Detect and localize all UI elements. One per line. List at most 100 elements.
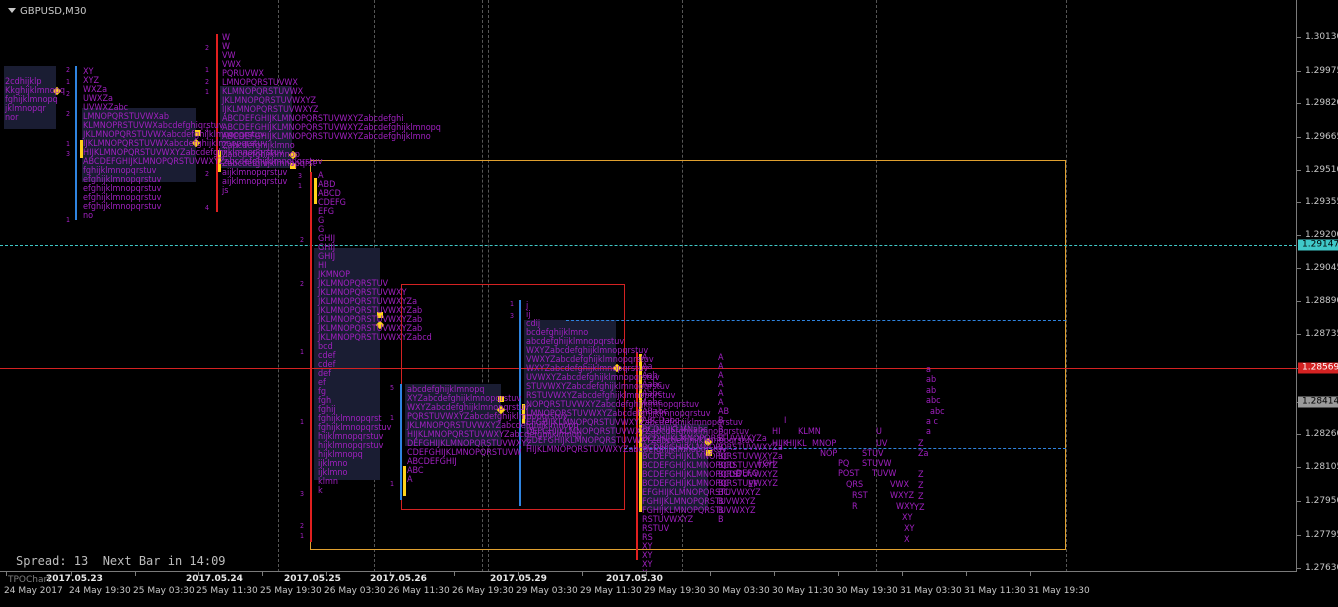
- symbol-label: GBPUSD,M30: [8, 6, 87, 17]
- grid-line: [1066, 0, 1067, 571]
- price-tick-label: 1.29665: [1305, 132, 1338, 142]
- tpo-count: 4: [205, 204, 210, 212]
- indicator-label: TPOChart: [8, 575, 51, 585]
- time-axis[interactable]: 24 May 2017 24 May 19:30 25 May 03:30 25 Ma…: [0, 572, 1338, 607]
- developing-tpo-letters: RST: [852, 491, 868, 501]
- time-tick-label: 30 May 03:30: [708, 586, 770, 596]
- session-date-label: 2017.05.26: [370, 574, 427, 584]
- tpo-profile: 2cdhijklp Kkghijklmnopq fghijklmnopq jkl…: [5, 77, 65, 123]
- tpo-count: 3: [66, 150, 71, 158]
- developing-tpo-letters: a: [926, 365, 931, 375]
- session-date-label: 2017.05.30: [606, 574, 663, 584]
- time-tick-label: 26 May 03:30: [324, 586, 386, 596]
- time-tick: [6, 572, 7, 576]
- price-badge: 1.28414: [1298, 396, 1338, 408]
- price-tick: [1297, 434, 1301, 435]
- developing-tpo-letters: ab: [926, 375, 937, 385]
- price-tick-label: 1.27795: [1305, 530, 1338, 540]
- tpo-count: 2: [205, 170, 210, 178]
- developing-tpo-letters: PQ: [838, 459, 850, 469]
- tpo-count: 1: [300, 418, 305, 426]
- price-tick-label: 1.28260: [1305, 429, 1338, 439]
- developing-tpo-letters: DEFG: [736, 469, 759, 479]
- time-tick: [262, 572, 263, 576]
- chart-area[interactable]: GBPUSD,M30 2cdhijklp Kkghijklmnopq fghij…: [0, 0, 1297, 572]
- tpo-count: 1: [66, 140, 71, 148]
- price-tick: [1297, 501, 1301, 502]
- price-tick: [1297, 170, 1301, 171]
- time-tick-label: 29 May 03:30: [516, 586, 578, 596]
- price-badge: 1.28569: [1298, 362, 1338, 374]
- price-tick: [1297, 71, 1301, 72]
- time-tick: [902, 572, 903, 576]
- developing-tpo-letters: UV: [876, 439, 888, 449]
- time-tick: [135, 572, 136, 576]
- developing-tpo-letters: HIJKL: [786, 439, 807, 449]
- time-tick-label: 25 May 03:30: [133, 586, 195, 596]
- developing-tpo-letters: XY: [904, 524, 915, 534]
- developing-tpo-letters: MNOP: [812, 439, 837, 449]
- session-date-label: 2017.05.24: [186, 574, 243, 584]
- spread-timer: Spread: 13 Next Bar in 14:09: [16, 554, 226, 568]
- developing-tpo-letters: abc: [930, 407, 945, 417]
- tpo-count: 2: [300, 280, 305, 288]
- tpo-count: 2: [300, 236, 305, 244]
- developing-tpo-letters: NOP: [820, 449, 838, 459]
- developing-tpo-letters: XY: [902, 513, 913, 523]
- developing-tpo-letters: Z: [918, 492, 924, 502]
- developing-tpo-letters: WXYZ: [890, 491, 915, 501]
- price-tick: [1297, 103, 1301, 104]
- tpo-count: 3: [300, 490, 305, 498]
- time-tick-label: 26 May 19:30: [452, 586, 514, 596]
- price-tick-label: 1.27950: [1305, 496, 1338, 506]
- tpo-count: 2: [66, 66, 71, 74]
- tpo-count: 5: [390, 384, 395, 392]
- time-tick-label: 25 May 19:30: [260, 586, 322, 596]
- tpo-count: 1: [390, 414, 395, 422]
- range-bar-p2: [75, 66, 77, 220]
- developing-tpo-letters: QRS: [846, 480, 864, 490]
- price-tick: [1297, 137, 1301, 138]
- tpo-count: 1: [300, 348, 305, 356]
- developing-tpo-letters: a: [926, 427, 931, 437]
- tpo-count: 2: [205, 44, 210, 52]
- price-tick: [1297, 535, 1301, 536]
- time-tick-label: 29 May 11:30: [580, 586, 642, 596]
- price-tick-label: 1.29045: [1305, 263, 1338, 273]
- price-tick: [1297, 467, 1301, 468]
- time-tick: [1030, 572, 1031, 576]
- session-date-label: 2017.05.29: [490, 574, 547, 584]
- price-axis[interactable]: 1.30130 1.29975 1.29820 1.29665 1.29510 1.293…: [1297, 0, 1338, 573]
- developing-tpo-letters: Z: [918, 481, 924, 491]
- developing-tpo-letters: EF: [748, 480, 758, 490]
- time-tick-label: 31 May 11:30: [964, 586, 1026, 596]
- tpo-count: 2: [300, 522, 305, 530]
- developing-tpo-letters: ab: [926, 386, 937, 396]
- time-tick-label: 26 May 11:30: [388, 586, 450, 596]
- tpo-count: 2: [205, 78, 210, 86]
- developing-tpo-letters: VWX: [890, 480, 910, 490]
- tpo-count: 1: [205, 88, 210, 96]
- time-tick-label: 24 May 2017: [4, 586, 63, 596]
- tpo-count: 1: [66, 78, 71, 86]
- developing-tpo-letters: STUVW: [862, 459, 892, 469]
- tpo-count: 1: [300, 532, 305, 540]
- developing-tpo-letters: Za: [918, 449, 929, 459]
- developing-tpo-letters: R: [852, 502, 858, 512]
- tpo-count: 1: [390, 480, 395, 488]
- developing-tpo-letters: Z: [918, 439, 924, 449]
- price-tick: [1297, 568, 1301, 569]
- tpo-count: 2: [66, 90, 71, 98]
- developing-tpo-letters: U: [876, 427, 882, 437]
- developing-tpo-letters: X: [904, 535, 910, 545]
- time-tick-label: 30 May 19:30: [836, 586, 898, 596]
- time-tick-label: 25 May 11:30: [196, 586, 258, 596]
- tpo-count: 3: [510, 312, 515, 320]
- price-tick: [1297, 268, 1301, 269]
- price-tick-label: 1.28735: [1305, 329, 1338, 339]
- dropdown-triangle-icon[interactable]: [8, 8, 16, 13]
- developing-tpo-letters: HI: [772, 427, 781, 437]
- tpo-count: 1: [205, 126, 210, 134]
- developing-tpo-letters: POST: [838, 469, 860, 479]
- time-tick-label: 24 May 19:30: [69, 586, 131, 596]
